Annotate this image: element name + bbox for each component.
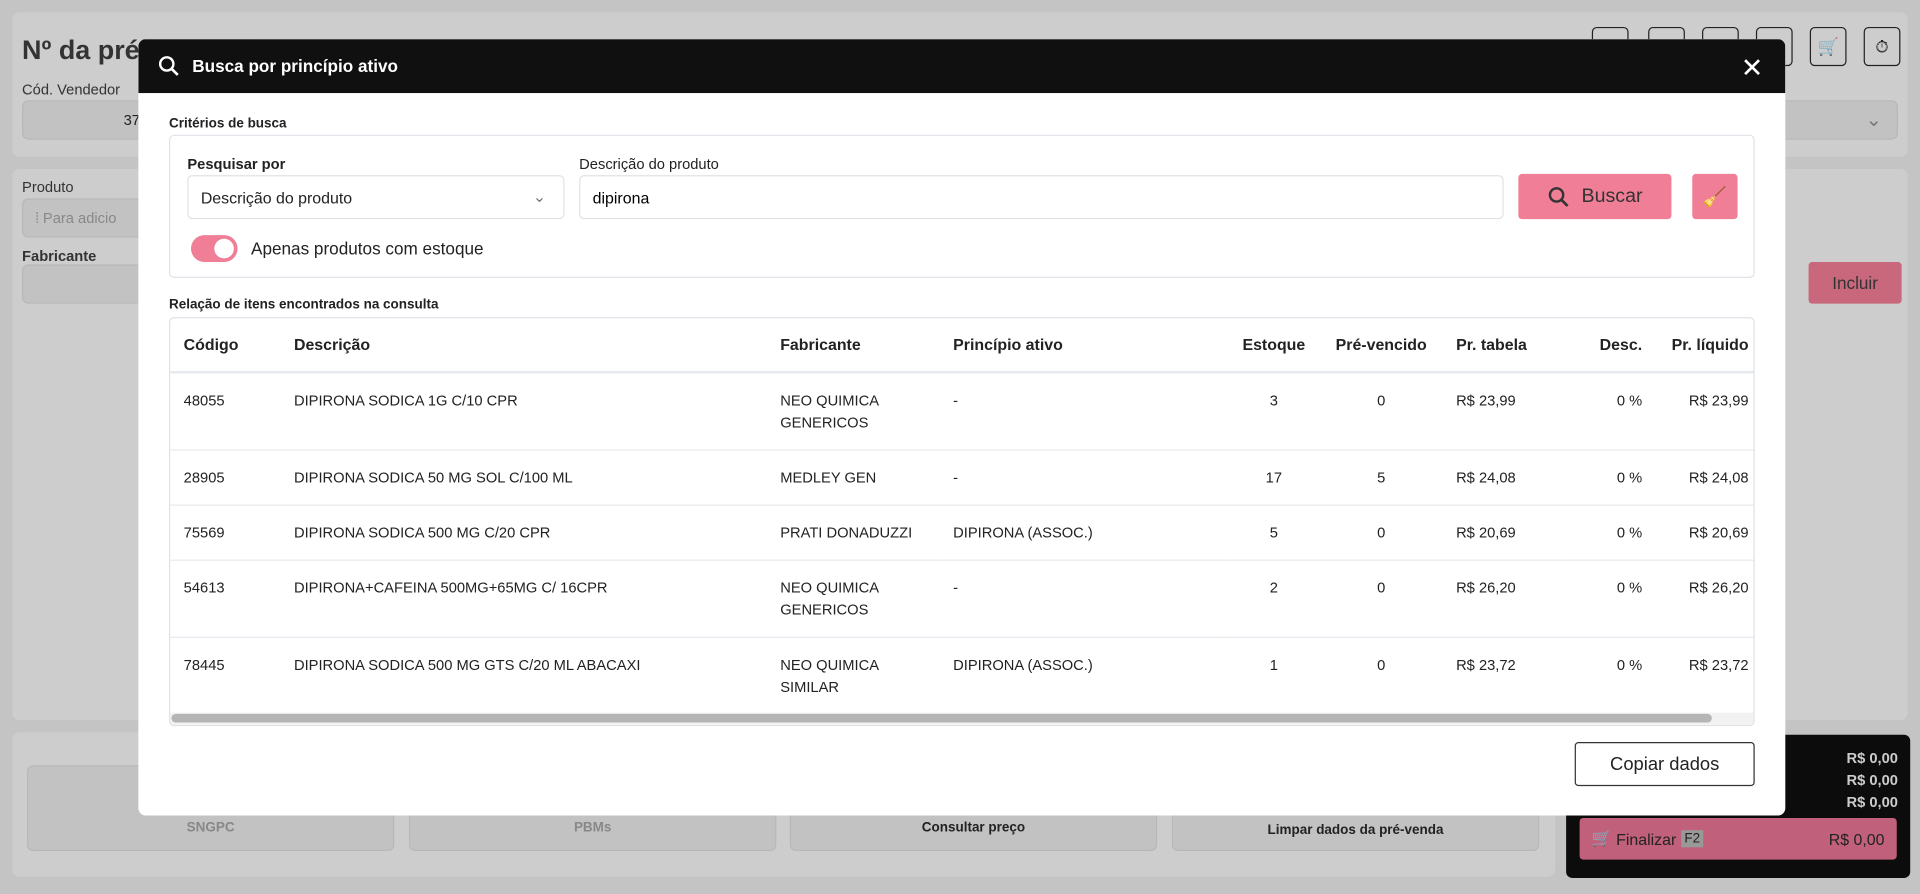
table-row[interactable]: 78445 DIPIRONA SODICA 500 MG GTS C/20 ML …: [170, 637, 1754, 716]
search-by-select[interactable]: Descrição do produto ⌄: [187, 175, 565, 220]
table-row[interactable]: 48055 DIPIRONA SODICA 1G C/10 CPR NEO QUIM…: [170, 372, 1754, 451]
search-icon: [158, 56, 179, 76]
column-header[interactable]: Desc.: [1567, 318, 1656, 374]
table-cell: DIPIRONA SODICA 1G C/10 CPR: [280, 372, 767, 451]
table-cell: R$ 23,99: [1655, 372, 1754, 451]
table-cell: R$ 20,69: [1655, 505, 1754, 561]
table-cell: -: [939, 372, 1228, 451]
copy-data-button[interactable]: Copiar dados: [1574, 742, 1755, 787]
table-cell: 0: [1319, 637, 1443, 716]
chevron-down-icon: ⌄: [532, 187, 547, 206]
column-header[interactable]: Pré-vencido: [1319, 318, 1443, 374]
table-cell: 28905: [170, 450, 281, 506]
results-table: Código Descrição Fabricante Princípio ativo…: [168, 317, 1755, 727]
table-cell: 0 %: [1567, 637, 1656, 716]
table-row[interactable]: 54613 DIPIRONA+CAFEINA 500MG+65MG C/ 16CP…: [170, 560, 1754, 638]
column-header[interactable]: Código: [170, 318, 281, 374]
total-value: R$ 0,00: [1846, 793, 1898, 811]
column-header[interactable]: Fabricante: [766, 318, 940, 374]
search-by-label: Pesquisar por: [187, 155, 286, 173]
table-cell: DIPIRONA SODICA 50 MG SOL C/100 ML: [280, 450, 767, 506]
table-cell: 0 %: [1567, 450, 1656, 506]
stock-toggle[interactable]: [191, 235, 238, 263]
table-cell: 17: [1227, 450, 1320, 506]
table-cell: PRATI DONADUZZI: [766, 505, 940, 561]
cart-icon[interactable]: 🛒: [1809, 26, 1847, 67]
table-cell: 3: [1227, 372, 1320, 451]
close-icon[interactable]: ✕: [1741, 53, 1764, 85]
table-cell: R$ 26,20: [1442, 560, 1568, 638]
timer-bag-icon[interactable]: ⏱: [1863, 26, 1901, 67]
table-cell: 5: [1319, 450, 1443, 506]
column-header[interactable]: Descrição: [280, 318, 767, 374]
finalize-button[interactable]: 🛒 Finalizar F2 R$ 0,00: [1579, 817, 1897, 860]
cart-icon: 🛒: [1591, 828, 1612, 848]
table-cell: 48055: [170, 372, 281, 451]
vendor-field[interactable]: 375: [22, 100, 157, 140]
table-cell: DIPIRONA (ASSOC.): [939, 505, 1228, 561]
results-title: Relação de itens encontrados na consulta: [168, 297, 439, 313]
column-header[interactable]: Princípio ativo: [939, 318, 1228, 374]
table-cell: DIPIRONA+CAFEINA 500MG+65MG C/ 16CPR: [280, 560, 767, 638]
table-cell: R$ 20,69: [1442, 505, 1568, 561]
criteria-title: Critérios de busca: [168, 116, 287, 132]
table-cell: 0 %: [1567, 505, 1656, 561]
table-cell: 0: [1319, 372, 1443, 451]
table-cell: R$ 24,08: [1655, 450, 1754, 506]
stock-toggle-label: Apenas produtos com estoque: [251, 238, 484, 259]
table-cell: R$ 23,99: [1442, 372, 1568, 451]
product-label: Produto: [22, 178, 74, 196]
horizontal-scrollbar[interactable]: [170, 712, 1754, 725]
criteria-box: Pesquisar por Descrição do produto ⌄ Desc…: [168, 134, 1755, 278]
table-cell: -: [939, 560, 1228, 638]
search-icon: [1548, 186, 1569, 207]
desc-input[interactable]: [579, 175, 1504, 220]
include-button[interactable]: Incluir: [1808, 262, 1902, 304]
table-cell: 54613: [170, 560, 281, 638]
modal-header: Busca por princípio ativo: [138, 39, 1786, 94]
search-modal: Busca por princípio ativo ✕ Critérios de…: [138, 39, 1786, 816]
table-cell: 78445: [170, 637, 281, 716]
table-cell: R$ 26,20: [1655, 560, 1754, 638]
total-value: R$ 0,00: [1846, 771, 1898, 789]
table-cell: NEO QUIMICA GENERICOS: [766, 372, 940, 451]
manufacturer-label: Fabricante: [22, 247, 97, 265]
desc-label: Descrição do produto: [579, 155, 719, 173]
table-cell: 75569: [170, 505, 281, 561]
table-cell: MEDLEY GEN: [766, 450, 940, 506]
column-header[interactable]: Estoque: [1227, 318, 1320, 374]
column-header[interactable]: Pr. tabela: [1442, 318, 1568, 374]
column-header[interactable]: Pr. líquido: [1655, 318, 1754, 374]
table-cell: -: [939, 450, 1228, 506]
search-button[interactable]: Buscar: [1518, 173, 1672, 220]
table-cell: NEO QUIMICA SIMILAR: [766, 637, 940, 716]
table-cell: 2: [1227, 560, 1320, 638]
table-cell: R$ 23,72: [1442, 637, 1568, 716]
table-cell: 0: [1319, 505, 1443, 561]
table-cell: 0: [1319, 560, 1443, 638]
table-cell: R$ 23,72: [1655, 637, 1754, 716]
table-cell: DIPIRONA (ASSOC.): [939, 637, 1228, 716]
broom-icon: 🧹: [1702, 186, 1728, 208]
table-cell: 0 %: [1567, 372, 1656, 451]
table-row[interactable]: 28905 DIPIRONA SODICA 50 MG SOL C/100 ML M…: [170, 450, 1754, 506]
table-row[interactable]: 75569 DIPIRONA SODICA 500 MG C/20 CPR PRAT…: [170, 505, 1754, 561]
table-cell: 1: [1227, 637, 1320, 716]
table-cell: DIPIRONA SODICA 500 MG GTS C/20 ML ABACA…: [280, 637, 767, 716]
clear-broom-button[interactable]: 🧹: [1692, 173, 1738, 220]
table-cell: NEO QUIMICA GENERICOS: [766, 560, 940, 638]
total-value: R$ 0,00: [1846, 749, 1898, 767]
vendor-label: Cód. Vendedor: [22, 80, 121, 98]
table-cell: DIPIRONA SODICA 500 MG C/20 CPR: [280, 505, 767, 561]
table-cell: R$ 24,08: [1442, 450, 1568, 506]
table-cell: 5: [1227, 505, 1320, 561]
table-cell: 0 %: [1567, 560, 1656, 638]
modal-title: Busca por princípio ativo: [192, 56, 398, 76]
